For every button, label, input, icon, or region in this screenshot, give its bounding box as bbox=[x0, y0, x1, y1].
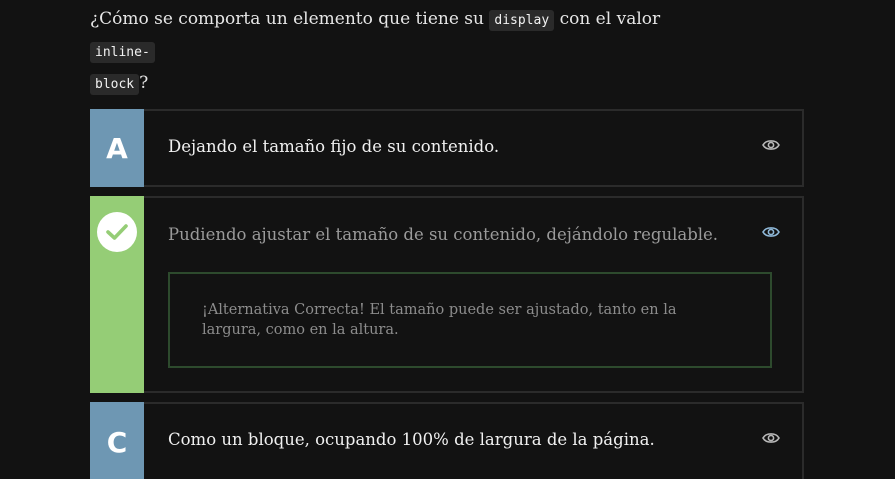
check-icon bbox=[106, 224, 128, 240]
option-letter: C bbox=[106, 425, 128, 459]
check-circle bbox=[97, 212, 137, 252]
option-letter-badge: C bbox=[90, 402, 144, 479]
code-display: display bbox=[489, 10, 555, 31]
option-text: Como un bloque, ocupando 100% de largura… bbox=[168, 430, 655, 449]
question-middle: con el valor bbox=[554, 9, 661, 29]
eye-icon[interactable] bbox=[762, 225, 780, 239]
feedback-text: ¡Alternativa Correcta! El tamaño puede s… bbox=[202, 302, 677, 338]
code-inline-block-1: inline- bbox=[90, 42, 155, 63]
option-b-correct[interactable]: Pudiendo ajustar el tamaño de su conteni… bbox=[90, 196, 804, 393]
question-prefix: ¿Cómo se comporta un elemento que tiene … bbox=[90, 9, 490, 29]
code-inline-block-2: block bbox=[90, 74, 140, 95]
question-suffix: ? bbox=[139, 73, 149, 93]
option-letter-badge: A bbox=[90, 109, 144, 187]
eye-icon[interactable] bbox=[762, 138, 780, 152]
option-text: Dejando el tamaño fijo de su contenido. bbox=[168, 137, 500, 156]
eye-icon[interactable] bbox=[762, 431, 780, 445]
option-letter: A bbox=[106, 131, 128, 165]
option-correct-badge bbox=[90, 196, 144, 393]
option-text: Pudiendo ajustar el tamaño de su conteni… bbox=[168, 225, 719, 244]
feedback-box: ¡Alternativa Correcta! El tamaño puede s… bbox=[168, 272, 772, 368]
question-text: ¿Cómo se comporta un elemento que tiene … bbox=[90, 4, 730, 100]
option-c[interactable]: C Como un bloque, ocupando 100% de largu… bbox=[90, 402, 804, 479]
option-a[interactable]: A Dejando el tamaño fijo de su contenido… bbox=[90, 109, 804, 187]
